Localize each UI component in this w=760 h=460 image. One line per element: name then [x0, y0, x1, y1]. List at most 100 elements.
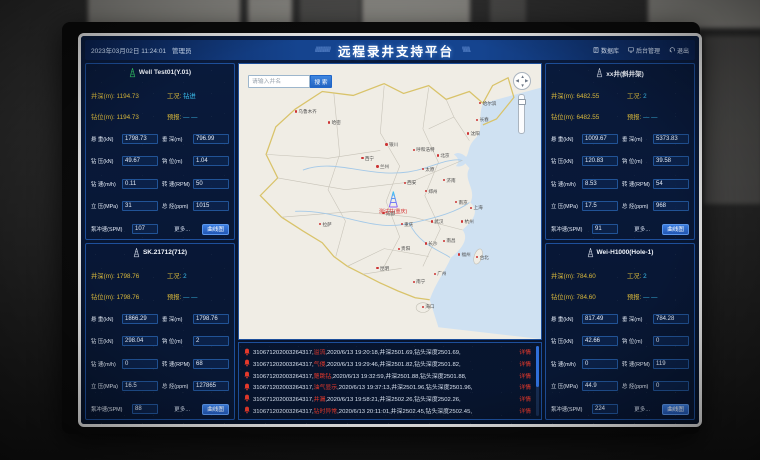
bit-depth: 钻位(m): 784.60 [551, 292, 596, 301]
china-map[interactable]: 搜 索 ▲ ▼ ◀ ▶ [238, 63, 542, 340]
alarm-bell-icon [244, 406, 250, 414]
well-panel-header: Wei-H1000(Hole-1) [551, 247, 689, 258]
gauge-row: 立 压(MPa) 16.5 总 烃(ppm) 127865 [91, 381, 229, 391]
more-link[interactable]: 更多... [625, 405, 659, 413]
gauge-value: 0 [582, 359, 618, 369]
curve-button[interactable]: 曲线图 [202, 224, 229, 235]
gauge-label: 悬 重(kN) [91, 315, 122, 323]
gauge-label: 钻 压(kN) [551, 157, 582, 165]
gauge-label: 悬 重(kN) [551, 135, 582, 143]
alarm-row[interactable]: 310671202003264317,气侵,2020/6/13 19:29:46… [244, 359, 531, 368]
work-condition: 工况: 2 [167, 271, 229, 280]
well-panel-header: SK.21712(712) [91, 247, 229, 258]
curve-button[interactable]: 曲线图 [202, 404, 229, 415]
more-link[interactable]: 更多... [625, 225, 659, 233]
alarm-bell-icon [244, 348, 250, 356]
search-button[interactable]: 搜 索 [310, 75, 332, 88]
alarm-text: 310671202003264317,钻时异常,2020/6/13 20:11:… [253, 406, 472, 415]
gauge-label: 总 烃(ppm) [162, 202, 193, 210]
map-city-label: 台北 [480, 255, 489, 261]
zoom-slider-thumb[interactable] [518, 99, 526, 105]
alarm-row[interactable]: 310671202003264317,钻时异常,2020/6/13 20:11:… [244, 406, 531, 415]
map-city-label: 南昌 [446, 238, 455, 244]
database-button[interactable]: 数据库 [593, 46, 619, 55]
alarm-row[interactable]: 310671202003264317,蹩跳钻,2020/6/13 19:32:5… [244, 371, 531, 380]
gauge-label: 钩 位(m) [162, 157, 193, 165]
gauge-label: 泵冲速(SPM) [551, 225, 589, 233]
well-map-marker[interactable]: 测试井(重庆) [379, 191, 407, 215]
alarm-detail-link[interactable]: 详情 [519, 347, 531, 356]
map-city-label: 兰州 [380, 164, 389, 170]
bit-depth: 钻位(m): 1798.76 [91, 292, 139, 301]
gauge-value: 1015 [193, 201, 229, 211]
alarm-scrollbar-thumb[interactable] [536, 346, 539, 387]
admin-button[interactable]: 后台管理 [628, 46, 660, 55]
gauge-value: 16.5 [122, 381, 158, 391]
derrick-marker-icon [388, 191, 399, 208]
gauge-label: 泵冲速(SPM) [91, 405, 129, 413]
map-zoom-slider[interactable] [518, 94, 525, 134]
logout-button[interactable]: 退出 [669, 46, 689, 55]
gauge-label: 转 速(RPM) [622, 360, 653, 368]
map-city-label: 北京 [440, 153, 449, 159]
gauge-row: 悬 重(kN) 1866.29 垂 深(m) 1798.76 [91, 314, 229, 324]
alarm-detail-link[interactable]: 详情 [519, 359, 531, 368]
alarm-bell-icon [244, 394, 250, 402]
header-decoration-right: \\\\\\\\ [462, 47, 470, 54]
alarm-row[interactable]: 310671202003264317,井漏,2020/6/13 19:58:21… [244, 394, 531, 403]
map-city-label: 郑州 [428, 189, 437, 195]
gauge-value: 1009.67 [582, 134, 618, 144]
well-name: xx井(斜井架) [606, 68, 644, 78]
gauge-row: 悬 重(kN) 817.49 垂 深(m) 784.28 [551, 314, 689, 324]
gauge-value: 31 [122, 201, 158, 211]
gauge-value: 0 [653, 381, 689, 391]
database-icon [593, 47, 599, 53]
alarm-text: 310671202003264317,蹩跳钻,2020/6/13 19:32:5… [253, 371, 467, 380]
alarm-detail-link[interactable]: 详情 [519, 394, 531, 403]
map-city-label: 哈尔滨 [483, 101, 497, 107]
alarm-scrollbar[interactable] [536, 346, 539, 416]
gauge-label: 悬 重(kN) [91, 135, 122, 143]
well-name: Wei-H1000(Hole-1) [597, 249, 654, 256]
alarm-bell-icon [244, 371, 250, 379]
more-link[interactable]: 更多... [165, 405, 199, 413]
monitor-screen: 2023年03月02日 11:24:01 管理员 ///////////////… [78, 33, 702, 427]
alarm-detail-link[interactable]: 详情 [519, 382, 531, 391]
alarm-row[interactable]: 310671202003264317,溢流,2020/6/13 19:20:18… [244, 347, 531, 356]
well-marker-label: 测试井(重庆) [379, 208, 407, 215]
gauge-value: 298.04 [122, 336, 158, 346]
alarm-row[interactable]: 310671202003264317,油气显示,2020/6/13 19:37:… [244, 382, 531, 391]
bit-row: 钻位(m): 1194.73 预报: — — [91, 112, 229, 121]
derrick-icon [133, 247, 140, 258]
gauge-value: 120.83 [582, 156, 618, 166]
bit-depth: 钻位(m): 1194.73 [91, 112, 139, 121]
gauge-label: 立 压(MPa) [91, 382, 122, 390]
more-link[interactable]: 更多... [165, 225, 199, 233]
gauge-label: 钻 压(kN) [91, 157, 122, 165]
map-pan-control[interactable]: ▲ ▼ ◀ ▶ [513, 72, 531, 90]
curve-button[interactable]: 曲线图 [662, 404, 689, 415]
alarm-type: 溢流 [314, 350, 326, 356]
alarm-type: 钻时异常 [314, 409, 338, 415]
derrick-icon [129, 67, 136, 78]
search-input[interactable] [248, 75, 310, 88]
well-panel-2: xx井(斜井架) 井深(m): 6482.55 工况: 2 钻位(m): 648… [545, 63, 695, 240]
alarm-detail-link[interactable]: 详情 [519, 406, 531, 415]
gauge-label: 泵冲速(SPM) [91, 225, 129, 233]
alarm-type: 油气显示 [314, 385, 338, 391]
gauge-label: 垂 深(m) [622, 135, 653, 143]
gauge-label: 总 烃(ppm) [622, 382, 653, 390]
alarm-type: 气侵 [314, 362, 326, 368]
gauge-row: 钻 压(kN) 120.83 钩 位(m) 39.58 [551, 156, 689, 166]
curve-button[interactable]: 曲线图 [662, 224, 689, 235]
well-depth: 井深(m): 6482.55 [551, 91, 599, 100]
gauge-label: 垂 深(m) [162, 135, 193, 143]
gauge-value: 107 [132, 224, 158, 234]
alarm-detail-link[interactable]: 详情 [519, 371, 531, 380]
depth-row: 井深(m): 1194.73 工况: 钻进 [91, 91, 229, 100]
panel-footer-row: 泵冲速(SPM) 224 更多... 曲线图 [551, 404, 689, 415]
depth-row: 井深(m): 1798.76 工况: 2 [91, 271, 229, 280]
well-panel-header: xx井(斜井架) [551, 67, 689, 78]
background-paper [704, 36, 760, 204]
forecast: 预报: — — [167, 112, 229, 121]
